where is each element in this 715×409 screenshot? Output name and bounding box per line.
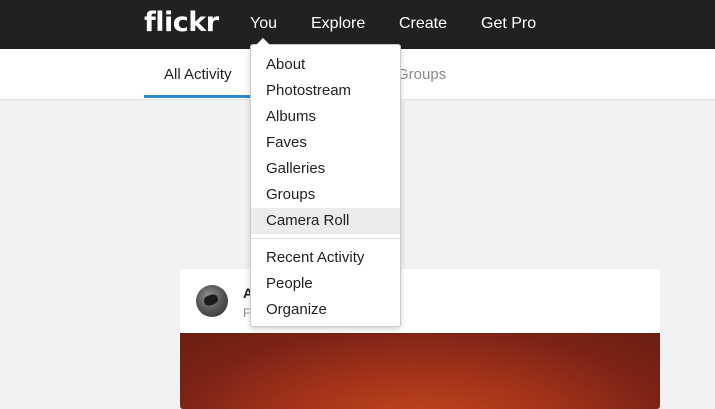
menu-divider: [251, 238, 400, 239]
avatar[interactable]: [196, 285, 228, 317]
card-photo[interactable]: [180, 333, 660, 409]
menu-item-organize[interactable]: Organize: [251, 297, 400, 323]
top-navigation-bar: flickr You Explore Create Get Pro: [0, 0, 715, 49]
menu-item-galleries[interactable]: Galleries: [251, 156, 400, 182]
you-dropdown-menu: About Photostream Albums Faves Galleries…: [250, 44, 401, 327]
menu-item-faves[interactable]: Faves: [251, 130, 400, 156]
tab-all-activity[interactable]: All Activity: [164, 65, 232, 85]
menu-item-recent-activity[interactable]: Recent Activity: [251, 245, 400, 271]
nav-create[interactable]: Create: [399, 14, 447, 34]
active-tab-indicator: [144, 95, 252, 98]
menu-item-groups[interactable]: Groups: [251, 182, 400, 208]
nav-get-pro[interactable]: Get Pro: [481, 14, 536, 34]
tab-groups[interactable]: Groups: [397, 65, 446, 85]
flickr-logo[interactable]: flickr: [144, 5, 219, 41]
dropdown-caret-icon: [256, 38, 270, 45]
nav-explore[interactable]: Explore: [311, 14, 365, 34]
menu-item-albums[interactable]: Albums: [251, 104, 400, 130]
menu-item-camera-roll[interactable]: Camera Roll: [251, 208, 400, 234]
menu-item-photostream[interactable]: Photostream: [251, 78, 400, 104]
nav-you[interactable]: You: [250, 14, 277, 34]
menu-item-people[interactable]: People: [251, 271, 400, 297]
menu-item-about[interactable]: About: [251, 52, 400, 78]
